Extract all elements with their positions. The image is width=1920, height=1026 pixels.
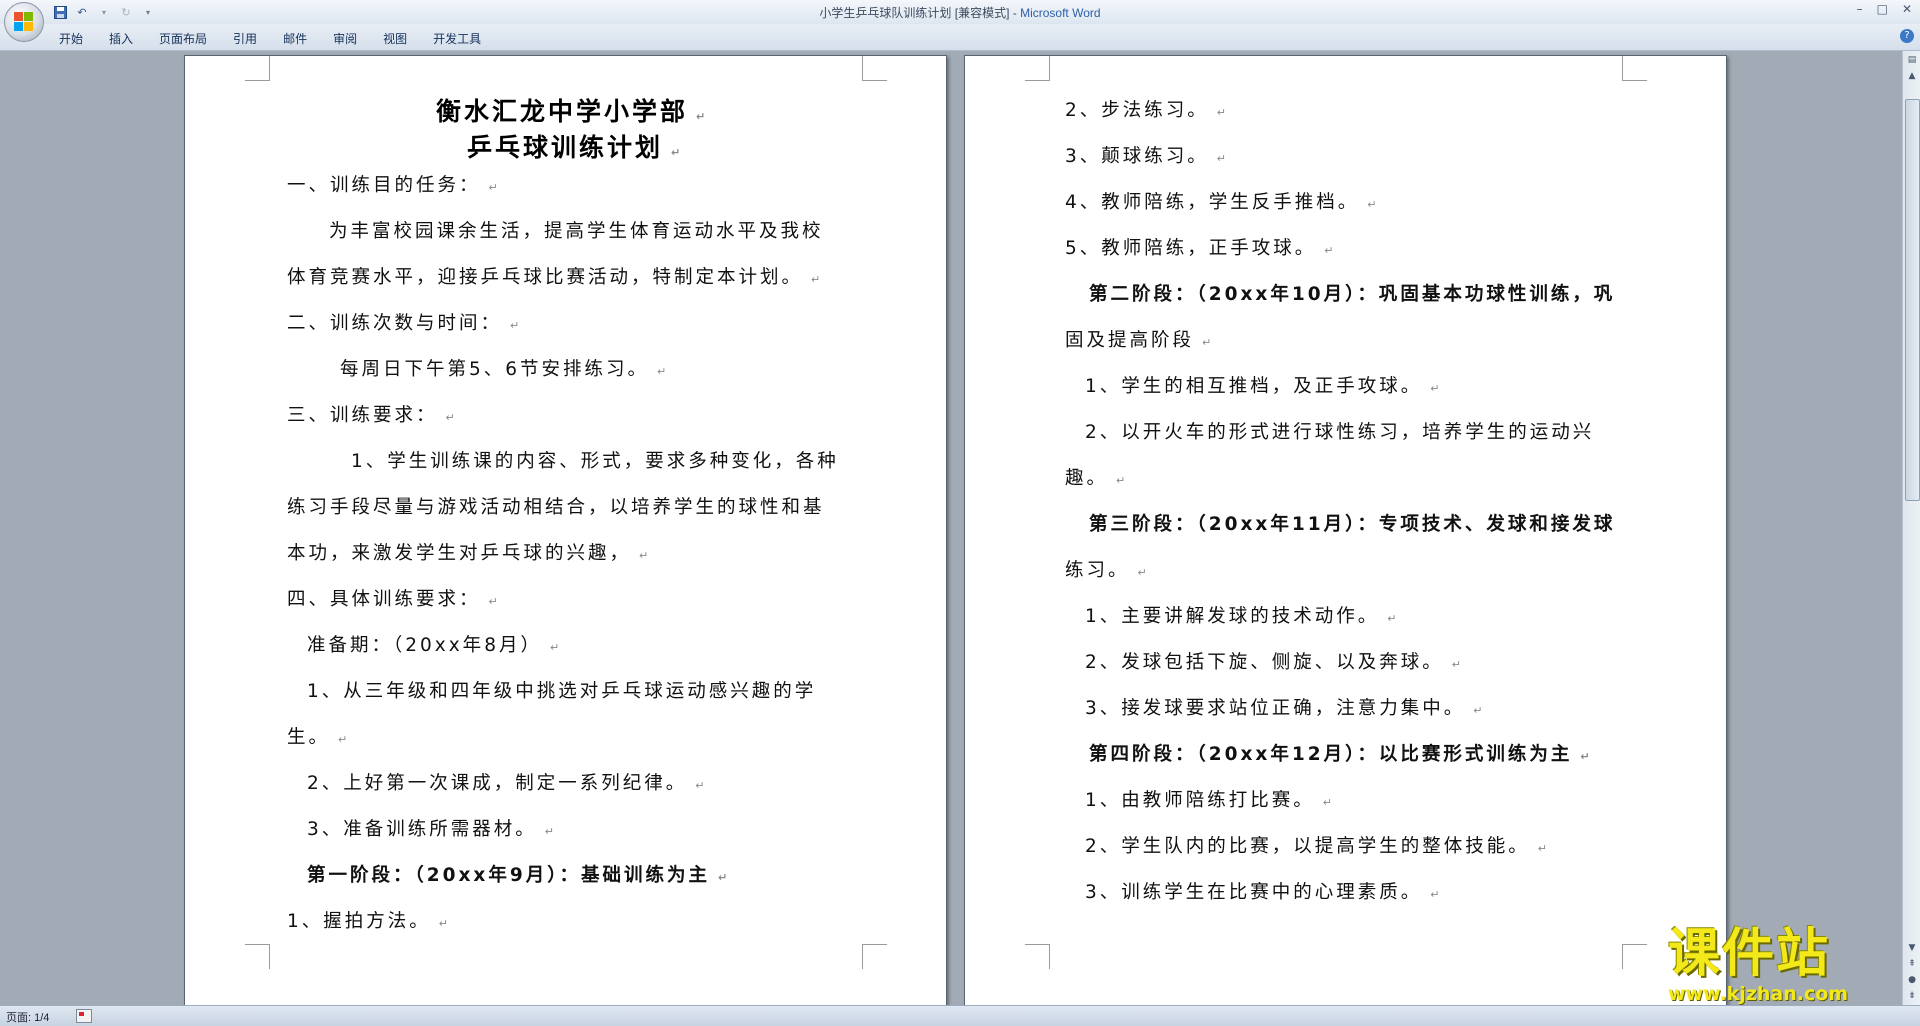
left-line-14: 2、上好第一次课成，制定一系列纪律。 ↵ [307,773,705,794]
right-line-13: 2、发球包括下旋、侧旋、以及奔球。 ↵ [1085,652,1461,673]
doc-title-line-2: 乒乓球训练计划 ↵ [467,133,681,162]
window-controls: – □ ✕ [1857,2,1912,16]
left-line-7: 1、学生训练课的内容、形式，要求多种变化，各种 [351,451,839,472]
left-line-1: 一、训练目的任务： ↵ [287,175,498,196]
scroll-thumb[interactable] [1905,99,1920,501]
right-line-8: 2、以开火车的形式进行球性练习，培养学生的运动兴 [1085,422,1595,443]
vertical-scrollbar[interactable]: ▤ ▲ ▼ ⇞ ● ⇟ [1902,51,1920,1005]
left-line-2: 为丰富校园课余生活，提高学生体育运动水平及我校 [329,221,824,242]
tab-insert[interactable]: 插入 [96,28,146,49]
document-title: 小学生乒乓球队训练计划 [兼容模式] - [819,6,1021,20]
page-2[interactable]: 2、步法练习。 ↵ 3、颠球练习。 ↵ 4、教师陪练，学生反手推档。 ↵ 5、教师陪练… [964,55,1727,1005]
doc-title-line-1: 衡水汇龙中学小学部 ↵ [436,97,706,126]
right-line-5: 第二阶段：（20xx年10月）：巩固基本功球性训练，巩 [1089,284,1616,305]
left-line-6: 三、训练要求： ↵ [287,405,455,426]
ribbon-tabs: 开始 插入 页面布局 引用 邮件 审阅 视图 开发工具 [46,28,494,49]
left-line-16: 第一阶段：（20xx年9月）：基础训练为主 ↵ [307,865,728,886]
page-count[interactable]: 页面: 1/4 [6,1009,49,1025]
ruler-toggle-icon[interactable]: ▤ [1905,53,1919,67]
site-watermark: 课件站 www.kjzhan.com [1668,925,1900,1005]
right-line-17: 2、学生队内的比赛，以提高学生的整体技能。 ↵ [1085,836,1547,857]
tab-references[interactable]: 引用 [220,28,270,49]
left-line-8: 练习手段尽量与游戏活动相结合，以培养学生的球性和基 [287,497,825,518]
previous-page-icon[interactable]: ⇞ [1905,957,1919,971]
left-line-3: 体育竞赛水平，迎接乒乓球比赛活动，特制定本计划。 ↵ [287,267,821,288]
left-line-11: 准备期：（20xx年8月） ↵ [307,635,560,656]
window-title: 小学生乒乓球队训练计划 [兼容模式] - Microsoft Word [0,4,1920,21]
left-line-5: 每周日下午第5、6节安排练习。 ↵ [340,359,667,380]
right-line-6: 固及提高阶段 ↵ [1065,330,1212,351]
right-line-12: 1、主要讲解发球的技术动作。 ↵ [1085,606,1397,627]
right-line-18: 3、训练学生在比赛中的心理素质。 ↵ [1085,882,1440,903]
right-line-1: 2、步法练习。 ↵ [1065,100,1226,121]
tab-view[interactable]: 视图 [370,28,420,49]
left-line-13: 生。 ↵ [287,727,348,748]
right-line-16: 1、由教师陪练打比赛。 ↵ [1085,790,1332,811]
tab-review[interactable]: 审阅 [320,28,370,49]
tab-mailings[interactable]: 邮件 [270,28,320,49]
right-line-2: 3、颠球练习。 ↵ [1065,146,1226,167]
right-line-3: 4、教师陪练，学生反手推档。 ↵ [1065,192,1377,213]
left-line-4: 二、训练次数与时间： ↵ [287,313,520,334]
right-line-14: 3、接发球要求站位正确，注意力集中。 ↵ [1085,698,1483,719]
tab-developer[interactable]: 开发工具 [420,28,494,49]
next-page-icon[interactable]: ⇟ [1905,989,1919,1003]
right-line-11: 练习。 ↵ [1065,560,1147,581]
proofing-icon[interactable] [76,1009,92,1023]
left-line-12: 1、从三年级和四年级中挑选对乒乓球运动感兴趣的学 [307,681,817,702]
browse-object-icon[interactable]: ● [1905,973,1919,987]
office-logo-icon [14,12,34,32]
tab-home[interactable]: 开始 [46,28,96,49]
scroll-down-icon[interactable]: ▼ [1905,941,1919,955]
status-bar: 页面: 1/4 [0,1005,1920,1026]
help-icon[interactable]: ? [1900,29,1914,43]
document-workspace[interactable]: 衡水汇龙中学小学部 ↵ 乒乓球训练计划 ↵ 一、训练目的任务： ↵ 为丰富校园课余生活… [0,51,1902,1005]
close-button[interactable]: ✕ [1902,2,1912,16]
right-line-7: 1、学生的相互推档，及正手攻球。 ↵ [1085,376,1440,397]
office-button[interactable] [4,2,44,42]
watermark-title: 课件站 [1668,924,1831,984]
right-line-9: 趣。 ↵ [1065,468,1126,489]
right-line-15: 第四阶段：（20xx年12月）：以比赛形式训练为主 ↵ [1089,744,1590,765]
right-line-10: 第三阶段：（20xx年11月）：专项技术、发球和接发球 [1089,514,1616,535]
minimize-button[interactable]: – [1857,2,1863,16]
ribbon: 开始 插入 页面布局 引用 邮件 审阅 视图 开发工具 ? [0,24,1920,51]
left-line-15: 3、准备训练所需器材。 ↵ [307,819,554,840]
left-line-17: 1、握拍方法。 ↵ [287,911,448,932]
app-name: Microsoft Word [1020,6,1101,20]
watermark-url: www.kjzhan.com [1668,983,1849,1005]
maximize-button[interactable]: □ [1877,2,1888,16]
right-line-4: 5、教师陪练，正手攻球。 ↵ [1065,238,1334,259]
tab-page-layout[interactable]: 页面布局 [146,28,220,49]
scroll-up-icon[interactable]: ▲ [1905,69,1919,83]
left-line-10: 四、具体训练要求： ↵ [287,589,498,610]
title-bar: ↶ ▾ ↻ ▾ 小学生乒乓球队训练计划 [兼容模式] - Microsoft W… [0,0,1920,42]
page-1-content: 衡水汇龙中学小学部 ↵ 乒乓球训练计划 ↵ 一、训练目的任务： ↵ 为丰富校园课余生活… [185,56,946,1005]
page-2-content: 2、步法练习。 ↵ 3、颠球练习。 ↵ 4、教师陪练，学生反手推档。 ↵ 5、教师陪练… [965,56,1726,1005]
left-line-9: 本功，来激发学生对乒乓球的兴趣， ↵ [287,543,649,564]
page-1[interactable]: 衡水汇龙中学小学部 ↵ 乒乓球训练计划 ↵ 一、训练目的任务： ↵ 为丰富校园课余生活… [184,55,947,1005]
